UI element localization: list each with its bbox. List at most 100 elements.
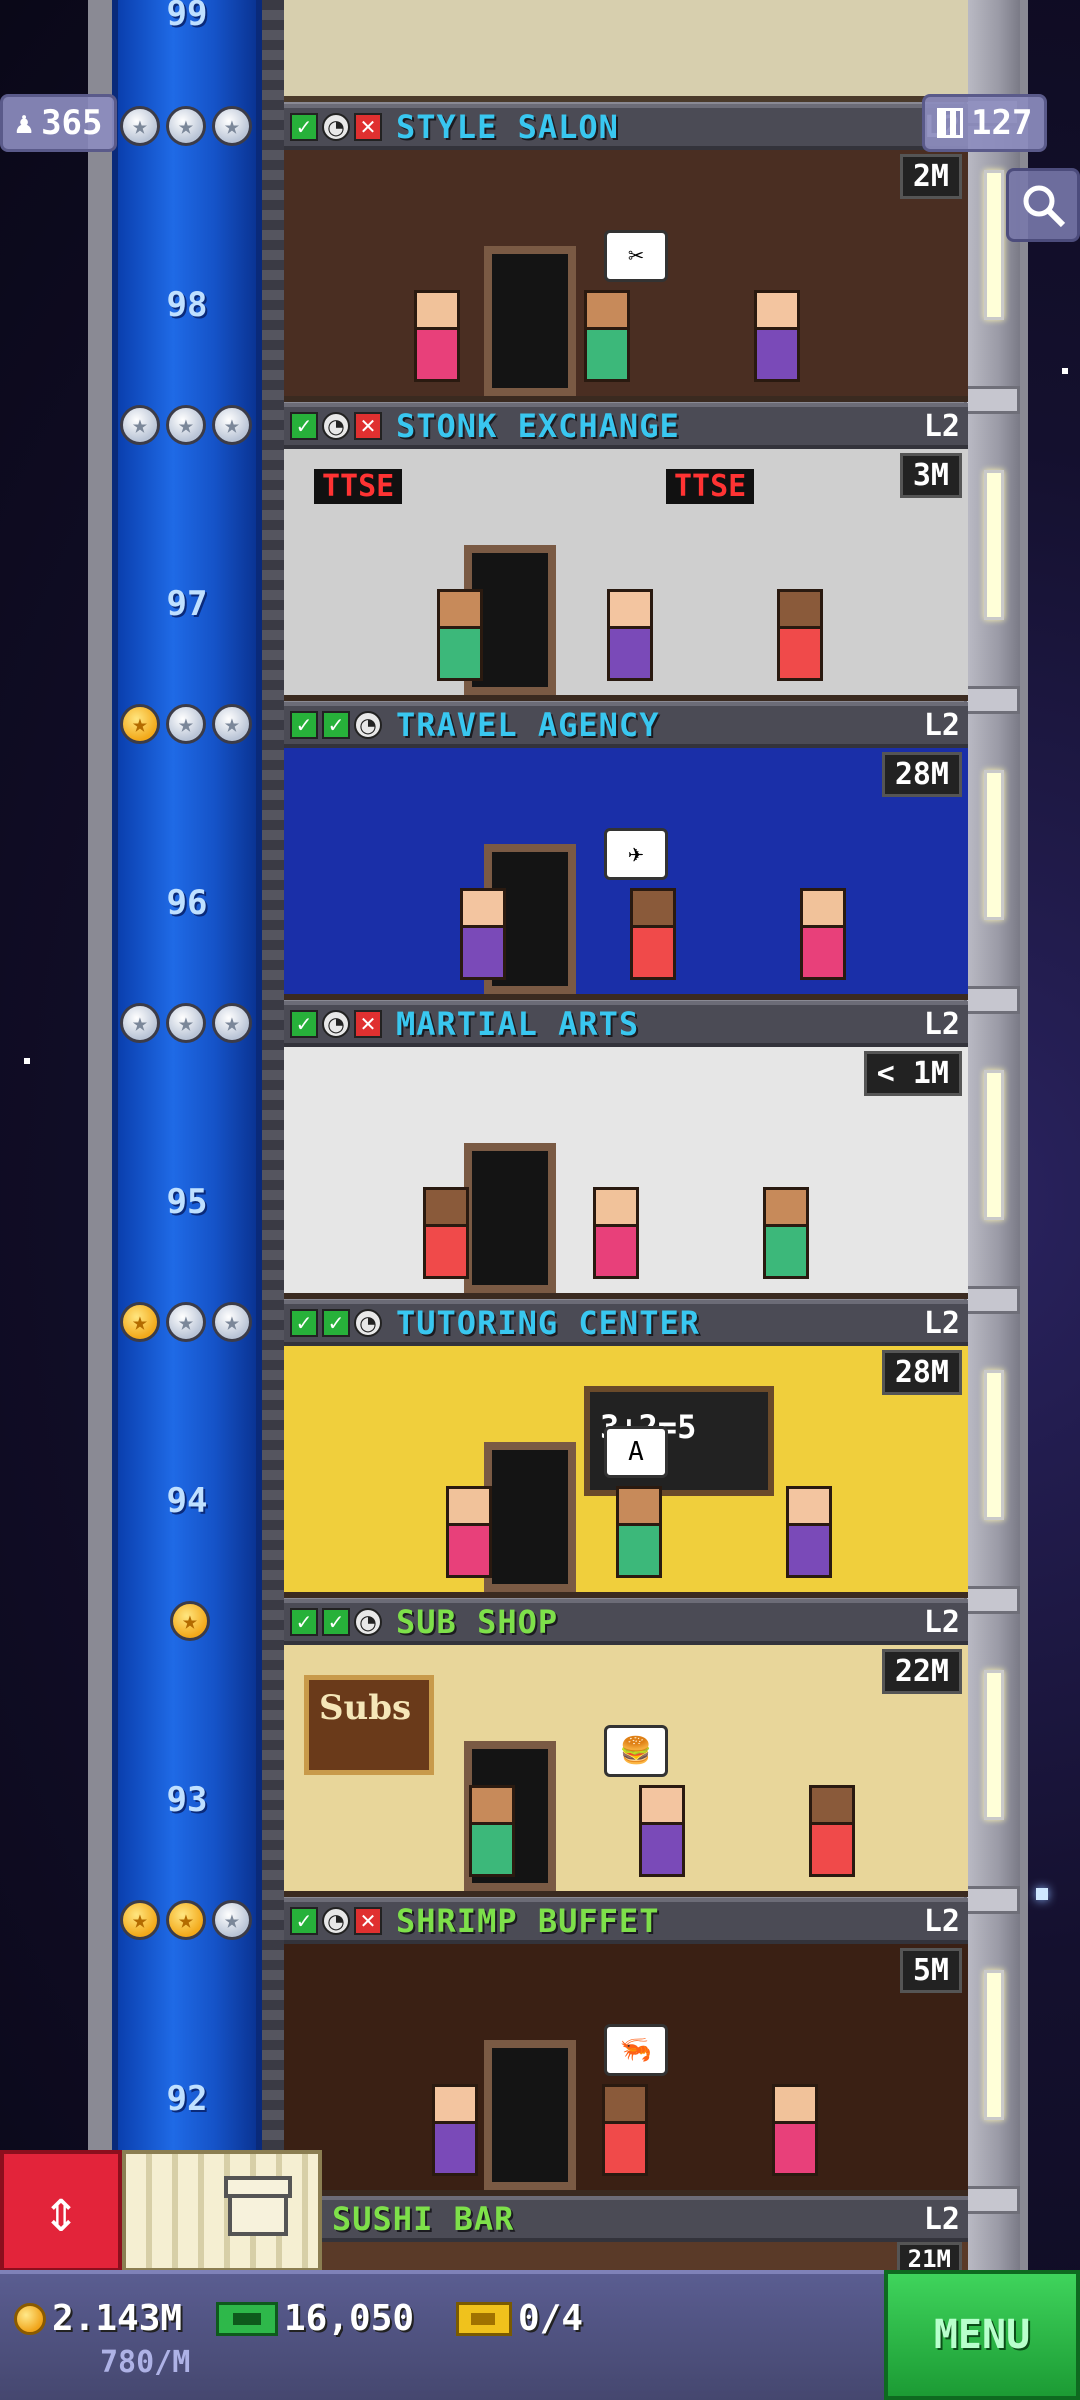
tenant[interactable] — [809, 1785, 855, 1877]
tenant[interactable] — [469, 1785, 515, 1877]
floor-header[interactable]: ✓ ✓ ◔ TRAVEL AGENCY L2 — [284, 702, 968, 748]
floor-header-sushi-bar[interactable]: ✓ SUSHI BAR L2 — [284, 2196, 968, 2242]
floor-name: STYLE SALON — [396, 108, 619, 146]
up-down-arrows-icon: ⇕ — [42, 2176, 80, 2246]
inventory-button[interactable] — [122, 2150, 322, 2272]
ticker-sign: TTSE — [314, 469, 403, 504]
floor-room[interactable]: 28M ✈ — [284, 748, 968, 1000]
tenant[interactable] — [437, 589, 483, 681]
tenant[interactable] — [777, 589, 823, 681]
tenant[interactable] — [584, 290, 630, 382]
ticker-sign: TTSE — [666, 469, 755, 504]
floor-number: 97 — [166, 584, 208, 624]
floor-header[interactable]: ✓ ◔ ✕ SHRIMP BUFFET L2 — [284, 1898, 968, 1944]
search-button[interactable] — [1006, 168, 1080, 242]
floor-number: 92 — [166, 2079, 208, 2119]
tenant[interactable] — [763, 1187, 809, 1279]
tenant[interactable] — [602, 2084, 648, 2176]
star-icon: ★ — [212, 405, 252, 445]
floor-level: L2 — [923, 1006, 960, 1042]
tickets-value: 0/4 — [518, 2298, 584, 2339]
floor-room-sushi-bar[interactable]: 21M — [284, 2242, 968, 2270]
status-clock-icon: ◔ — [354, 711, 382, 739]
box-icon — [224, 2176, 292, 2236]
tenant[interactable] — [772, 2084, 818, 2176]
status-x-icon: ✕ — [354, 1010, 382, 1038]
status-check-icon: ✓ — [322, 711, 350, 739]
floor-name: TRAVEL AGENCY — [396, 706, 660, 744]
rating-stars: ★ ★ ★ — [120, 106, 252, 146]
floor-header[interactable]: ✓◔✕STYLE SALONL2 — [284, 104, 968, 150]
elevator-button[interactable]: ⇕ — [0, 2150, 122, 2272]
star-icon: ★ — [166, 405, 206, 445]
star-icon: ★ — [120, 106, 160, 146]
star-icon: ★ — [166, 1003, 206, 1043]
floor-room[interactable]: 3M TTSE TTSE — [284, 449, 968, 701]
star — [1036, 1888, 1048, 1900]
elevator-rail — [262, 0, 284, 2270]
status-clock-icon: ◔ — [354, 1309, 382, 1337]
floors-badge[interactable]: 127 — [922, 94, 1048, 152]
floor-number: 96 — [166, 883, 208, 923]
status-x-icon: ✕ — [354, 412, 382, 440]
floor-level: L2 — [923, 408, 960, 444]
floor-room[interactable]: < 1M — [284, 1047, 968, 1299]
menu-button[interactable]: MENU — [884, 2270, 1080, 2400]
door — [484, 1442, 576, 1592]
tenant[interactable] — [607, 589, 653, 681]
tenant[interactable] — [616, 1486, 662, 1578]
request-bubble[interactable]: A — [604, 1426, 668, 1478]
tenant[interactable] — [446, 1486, 492, 1578]
request-bubble[interactable]: ✂ — [604, 230, 668, 282]
status-check-icon: ✓ — [290, 711, 318, 739]
tenant[interactable] — [432, 2084, 478, 2176]
tenant[interactable] — [414, 290, 460, 382]
bux-value: 16,050 — [284, 2298, 415, 2339]
tickets-stat[interactable]: 0/4 — [456, 2298, 583, 2339]
floor-header[interactable]: ✓ ◔ ✕ STONK EXCHANGE L2 — [284, 403, 968, 449]
floor-price: < 1M — [863, 1051, 962, 1096]
star-icon: ★ — [166, 1900, 206, 1940]
floor-room[interactable]: 28M3+2=5A — [284, 1346, 968, 1598]
rating-stars: ★ ★ ★ — [120, 704, 252, 744]
bux-stat[interactable]: 16,050 — [216, 2298, 414, 2339]
status-check-icon: ✓ — [290, 412, 318, 440]
tenant[interactable] — [800, 888, 846, 980]
floor-price: 2M — [899, 154, 962, 199]
floor-header[interactable]: ✓ ✓ ◔ SUB SHOP L2 — [284, 1599, 968, 1645]
tenant[interactable] — [754, 290, 800, 382]
floor-room[interactable]: 22M Subs 🍔 — [284, 1645, 968, 1897]
request-bubble[interactable]: 🍔 — [604, 1725, 668, 1777]
tenant[interactable] — [630, 888, 676, 980]
star-icon: ★ — [166, 704, 206, 744]
rating-stars: ★ ★ ★ — [120, 1302, 252, 1342]
status-check-icon: ✓ — [322, 1309, 350, 1337]
coins-stat[interactable]: 2.143M — [14, 2298, 182, 2339]
floor-room-99[interactable] — [284, 0, 968, 102]
floor-header[interactable]: ✓ ◔ ✕ MARTIAL ARTS L2 — [284, 1001, 968, 1047]
status-check-icon: ✓ — [290, 1907, 318, 1935]
tenant[interactable] — [460, 888, 506, 980]
population-badge[interactable]: ♟ 365 — [0, 94, 118, 152]
tenant[interactable] — [593, 1187, 639, 1279]
status-check-icon: ✓ — [322, 1608, 350, 1636]
tenant[interactable] — [786, 1486, 832, 1578]
status-check-icon: ✓ — [290, 1309, 318, 1337]
floor-room[interactable]: 2M ✂ — [284, 150, 968, 402]
tenant[interactable] — [423, 1187, 469, 1279]
floor-level: L2 — [923, 2201, 960, 2237]
request-bubble[interactable]: 🦐 — [604, 2024, 668, 2076]
rating-stars: ★ — [170, 1601, 210, 1641]
status-clock-icon: ◔ — [322, 113, 350, 141]
floor-room[interactable]: 5M 🦐 — [284, 1944, 968, 2196]
floor-name: TUTORING CENTER — [396, 1304, 700, 1342]
request-bubble[interactable]: ✈ — [604, 828, 668, 880]
star-icon: ★ — [120, 704, 160, 744]
tenant[interactable] — [639, 1785, 685, 1877]
star-icon: ★ — [212, 704, 252, 744]
tower-right-wall — [964, 0, 1020, 2270]
floor-header[interactable]: ✓ ✓ ◔ TUTORING CENTER L2 — [284, 1300, 968, 1346]
status-x-icon: ✕ — [354, 113, 382, 141]
ticket-icon — [456, 2301, 512, 2336]
floor-name: SHRIMP BUFFET — [396, 1902, 660, 1940]
